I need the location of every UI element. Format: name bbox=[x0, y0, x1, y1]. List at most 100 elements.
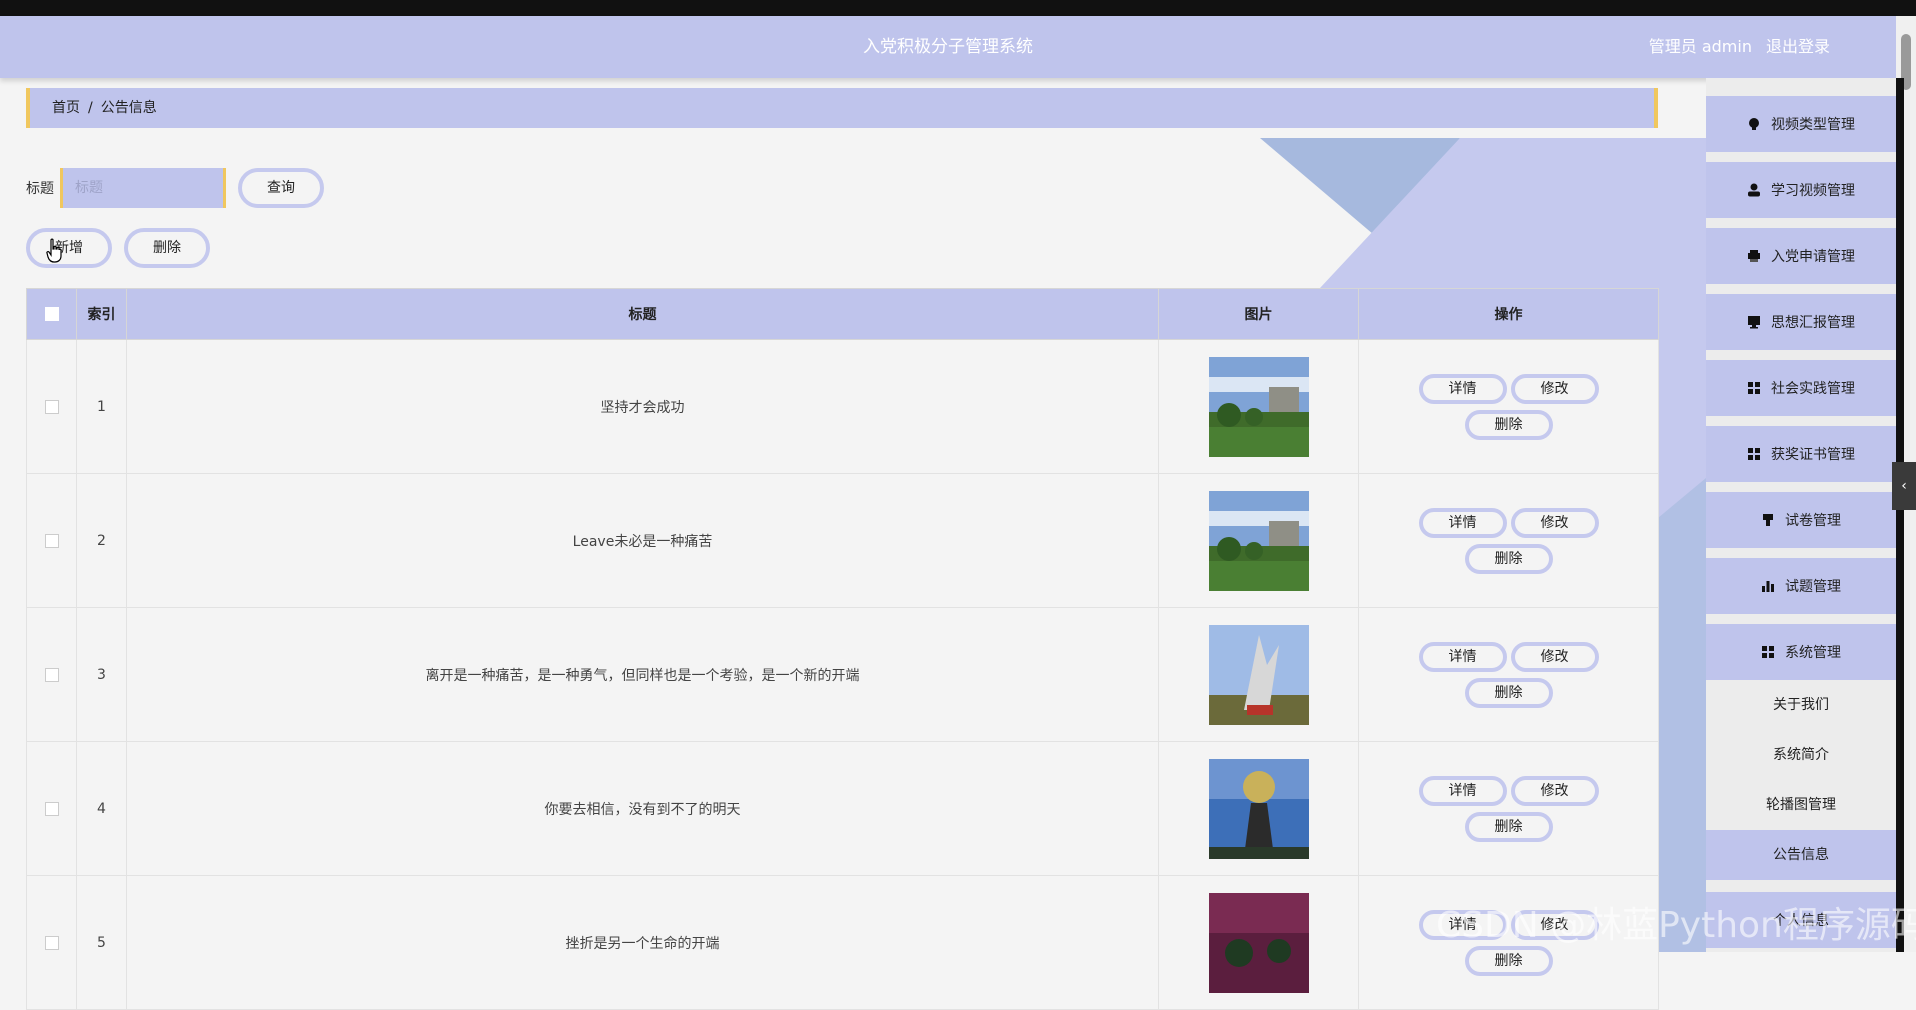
row-edit-button[interactable]: 修改 bbox=[1510, 641, 1599, 672]
search-title-label: 标题 bbox=[26, 181, 54, 197]
globe-sculpture-photo[interactable] bbox=[1208, 758, 1309, 859]
delete-selected-button[interactable]: 删除 bbox=[124, 228, 210, 268]
row-index: 2 bbox=[76, 473, 127, 608]
column-header-image: 图片 bbox=[1158, 288, 1359, 340]
row-delete-button[interactable]: 删除 bbox=[1464, 811, 1553, 842]
row-delete-button[interactable]: 删除 bbox=[1464, 945, 1553, 976]
grid-icon bbox=[1761, 645, 1775, 659]
window-top-strip bbox=[0, 0, 1916, 16]
logout-link[interactable]: 退出登录 bbox=[1766, 37, 1830, 56]
sidebar-item-label: 试题管理 bbox=[1785, 579, 1841, 595]
row-image-cell bbox=[1158, 741, 1359, 876]
row-image-cell bbox=[1158, 473, 1359, 608]
table-row: 2 Leave未必是一种痛苦 详情 修改 删除 bbox=[26, 473, 1659, 608]
sidebar-item-label: 社会实践管理 bbox=[1771, 381, 1855, 397]
row-checkbox[interactable] bbox=[44, 667, 59, 682]
app-title: 入党积极分子管理系统 bbox=[863, 37, 1033, 57]
row-title: 你要去相信，没有到不了的明天 bbox=[126, 741, 1159, 876]
row-title: 离开是一种痛苦，是一种勇气，但同样也是一个考验，是一个新的开端 bbox=[126, 607, 1159, 742]
row-index: 5 bbox=[76, 875, 127, 1010]
row-checkbox-cell bbox=[26, 339, 77, 474]
row-edit-button[interactable]: 修改 bbox=[1510, 507, 1599, 538]
sidebar-item-award-certificate[interactable]: 获奖证书管理 bbox=[1706, 426, 1896, 482]
column-header-actions: 操作 bbox=[1358, 288, 1659, 340]
row-index: 1 bbox=[76, 339, 127, 474]
user-area: 管理员 admin 退出登录 bbox=[1649, 16, 1830, 78]
table-row: 5 挫折是另一个生命的开端 详情 修改 删除 bbox=[26, 875, 1659, 1010]
row-checkbox-cell bbox=[26, 473, 77, 608]
row-detail-button[interactable]: 详情 bbox=[1418, 373, 1507, 404]
row-image-cell bbox=[1158, 607, 1359, 742]
breadcrumb: 首页 / 公告信息 bbox=[26, 88, 1658, 128]
row-title: Leave未必是一种痛苦 bbox=[126, 473, 1159, 608]
sidebar-item-social-practice[interactable]: 社会实践管理 bbox=[1706, 360, 1896, 416]
column-header-title: 标题 bbox=[126, 288, 1159, 340]
sidebar-item-party-application[interactable]: 入党申请管理 bbox=[1706, 228, 1896, 284]
row-checkbox-cell bbox=[26, 741, 77, 876]
row-detail-button[interactable]: 详情 bbox=[1418, 641, 1507, 672]
select-all-checkbox[interactable] bbox=[44, 307, 59, 321]
sidebar-collapse-toggle[interactable]: ‹ bbox=[1892, 462, 1916, 510]
bar-chart-icon bbox=[1761, 579, 1775, 593]
sidebar-subitem-carousel[interactable]: 轮播图管理 bbox=[1706, 780, 1896, 830]
row-title: 挫折是另一个生命的开端 bbox=[126, 875, 1159, 1010]
bulb-icon bbox=[1747, 117, 1761, 131]
sidebar-item-label: 学习视频管理 bbox=[1771, 183, 1855, 199]
query-button[interactable]: 查询 bbox=[238, 168, 324, 208]
hand-cursor-icon bbox=[46, 238, 62, 263]
chevron-left-icon: ‹ bbox=[1901, 478, 1907, 494]
sculpture-photo[interactable] bbox=[1208, 624, 1309, 725]
breadcrumb-home[interactable]: 首页 bbox=[52, 100, 80, 116]
grid-icon bbox=[1747, 447, 1761, 461]
row-edit-button[interactable]: 修改 bbox=[1510, 373, 1599, 404]
column-header-index: 索引 bbox=[76, 288, 127, 340]
sidebar-item-label: 试卷管理 bbox=[1785, 513, 1841, 529]
row-checkbox[interactable] bbox=[44, 801, 59, 816]
row-checkbox-cell bbox=[26, 875, 77, 1010]
top-header: 入党积极分子管理系统 管理员 admin 退出登录 bbox=[0, 16, 1896, 78]
sidebar-subitem-notice[interactable]: 公告信息 bbox=[1706, 830, 1896, 880]
row-image-cell bbox=[1158, 875, 1359, 1010]
row-edit-button[interactable]: 修改 bbox=[1510, 775, 1599, 806]
select-all-cell bbox=[26, 288, 77, 340]
night-campus-photo[interactable] bbox=[1208, 892, 1309, 993]
row-checkbox-cell bbox=[26, 607, 77, 742]
sidebar-item-label: 视频类型管理 bbox=[1771, 117, 1855, 133]
row-image-cell bbox=[1158, 339, 1359, 474]
table-row: 4 你要去相信，没有到不了的明天 详情 修改 删除 bbox=[26, 741, 1659, 876]
flag-icon bbox=[1761, 513, 1775, 527]
sidebar-item-exam-paper[interactable]: 试卷管理 bbox=[1706, 492, 1896, 548]
notice-table: 索引 标题 图片 操作 1 坚持才会成功 详情 修改 删除 2 Leave未必是… bbox=[26, 288, 1659, 1010]
row-detail-button[interactable]: 详情 bbox=[1418, 507, 1507, 538]
row-delete-button[interactable]: 删除 bbox=[1464, 677, 1553, 708]
row-index: 3 bbox=[76, 607, 127, 742]
user-icon bbox=[1747, 183, 1761, 197]
sidebar-item-label: 系统管理 bbox=[1785, 645, 1841, 661]
row-title: 坚持才会成功 bbox=[126, 339, 1159, 474]
admin-user-label[interactable]: 管理员 admin bbox=[1649, 37, 1752, 56]
row-checkbox[interactable] bbox=[44, 533, 59, 548]
sidebar-item-study-video[interactable]: 学习视频管理 bbox=[1706, 162, 1896, 218]
sidebar-item-label: 获奖证书管理 bbox=[1771, 447, 1855, 463]
printer-icon bbox=[1747, 249, 1761, 263]
sidebar-item-question[interactable]: 试题管理 bbox=[1706, 558, 1896, 614]
row-checkbox[interactable] bbox=[44, 399, 59, 414]
row-checkbox[interactable] bbox=[44, 935, 59, 950]
campus-photo[interactable] bbox=[1208, 356, 1309, 457]
row-delete-button[interactable]: 删除 bbox=[1464, 543, 1553, 574]
row-delete-button[interactable]: 删除 bbox=[1464, 409, 1553, 440]
table-row: 3 离开是一种痛苦，是一种勇气，但同样也是一个考验，是一个新的开端 详情 修改 删… bbox=[26, 607, 1659, 742]
sidebar-subitem-about-us[interactable]: 关于我们 bbox=[1706, 680, 1896, 730]
table-header-row: 索引 标题 图片 操作 bbox=[26, 288, 1659, 340]
sidebar-item-video-type[interactable]: 视频类型管理 bbox=[1706, 96, 1896, 152]
sidebar-item-thought-report[interactable]: 思想汇报管理 bbox=[1706, 294, 1896, 350]
campus-photo[interactable] bbox=[1208, 490, 1309, 591]
sidebar-item-system[interactable]: 系统管理 bbox=[1706, 624, 1896, 680]
row-detail-button[interactable]: 详情 bbox=[1418, 775, 1507, 806]
add-button[interactable]: 新增 bbox=[26, 228, 112, 268]
sidebar-menu: 视频类型管理 学习视频管理 入党申请管理 思想汇报管理 社会实践管理 获奖证书管… bbox=[1706, 78, 1904, 952]
monitor-icon bbox=[1747, 315, 1761, 329]
table-row: 1 坚持才会成功 详情 修改 删除 bbox=[26, 339, 1659, 474]
sidebar-subitem-system-intro[interactable]: 系统简介 bbox=[1706, 730, 1896, 780]
search-title-input[interactable] bbox=[60, 168, 226, 208]
